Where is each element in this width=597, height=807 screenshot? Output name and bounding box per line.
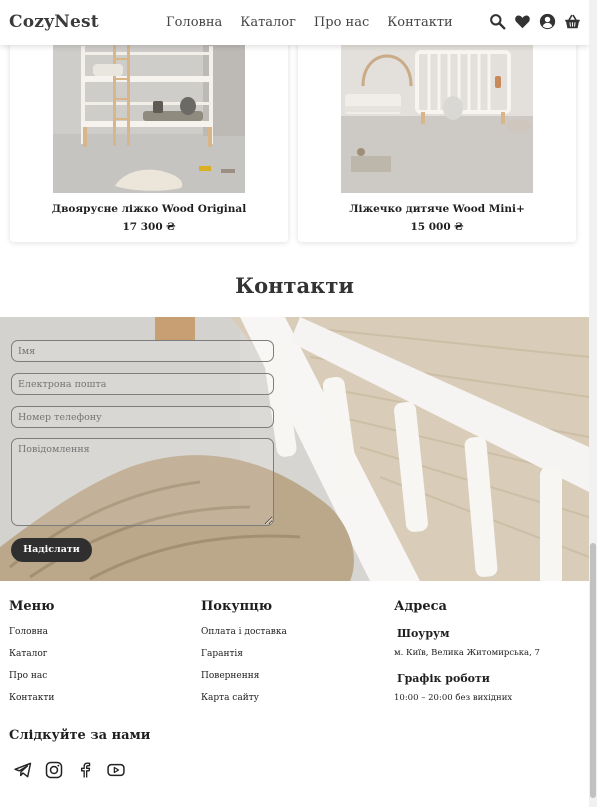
phone-input[interactable] [11, 406, 274, 428]
user-icon[interactable] [539, 13, 556, 30]
working-hours: 10:00 – 20:00 без вихідних [394, 693, 513, 703]
nav-item-contacts[interactable]: Контакти [387, 15, 452, 30]
hours-label: Графік роботи [397, 672, 490, 685]
header-icons [489, 13, 581, 30]
footer-link-about[interactable]: Про нас [9, 671, 55, 681]
product-card[interactable]: Ліжечко дитяче Wood Mini+ 15 000 ₴ [298, 16, 576, 242]
nav-item-catalog[interactable]: Каталог [240, 15, 296, 30]
follow-us-title: Слідкуйте за нами [9, 728, 151, 743]
footer-menu-title: Меню [9, 599, 55, 614]
message-textarea[interactable] [11, 438, 274, 526]
footer-link-contacts[interactable]: Контакти [9, 693, 55, 703]
facebook-icon[interactable] [75, 760, 95, 780]
youtube-icon[interactable] [106, 760, 126, 780]
contacts-heading: Контакти [235, 273, 354, 298]
footer-link-warranty[interactable]: Гарантія [201, 649, 287, 659]
social-links [13, 760, 126, 780]
page: CozyNest Головна Каталог Про нас Контакт… [0, 0, 589, 807]
logo[interactable]: CozyNest [9, 12, 99, 32]
footer-link-home[interactable]: Головна [9, 627, 55, 637]
submit-button[interactable]: Надіслати [11, 538, 92, 562]
search-icon[interactable] [489, 13, 506, 30]
product-card[interactable]: Двоярусне ліжко Wood Original 17 300 ₴ [10, 16, 288, 242]
footer-buyers-title: Покупцю [201, 599, 273, 614]
scrollbar-thumb[interactable] [590, 543, 596, 798]
footer-link-returns[interactable]: Повернення [201, 671, 287, 681]
heart-icon[interactable] [514, 13, 531, 30]
contact-section: Надіслати [0, 317, 589, 581]
footer-link-payment-delivery[interactable]: Оплата і доставка [201, 627, 287, 637]
showroom-address: м. Київ, Велика Житомирська, 7 [394, 648, 540, 658]
name-input[interactable] [11, 340, 274, 362]
instagram-icon[interactable] [44, 760, 64, 780]
product-price: 17 300 ₴ [122, 221, 176, 233]
product-name[interactable]: Двоярусне ліжко Wood Original [10, 203, 288, 215]
footer-menu-column: Меню Головна Каталог Про нас Контакти [9, 599, 55, 715]
nav-item-about[interactable]: Про нас [314, 15, 369, 30]
site-footer: Меню Головна Каталог Про нас Контакти По… [0, 581, 589, 807]
telegram-icon[interactable] [13, 760, 33, 780]
scrollbar[interactable] [589, 0, 597, 807]
email-input[interactable] [11, 373, 274, 395]
footer-address-column: Адреса Шоурум м. Київ, Велика Житомирськ… [394, 599, 540, 717]
product-name[interactable]: Ліжечко дитяче Wood Mini+ [298, 203, 576, 215]
showroom-label: Шоурум [397, 627, 450, 640]
footer-link-catalog[interactable]: Каталог [9, 649, 55, 659]
footer-link-sitemap[interactable]: Карта сайту [201, 693, 287, 703]
main-nav: Головна Каталог Про нас Контакти [166, 15, 453, 30]
footer-address-title: Адреса [394, 599, 447, 614]
footer-buyers-column: Покупцю Оплата і доставка Гарантія Повер… [201, 599, 287, 715]
product-price: 15 000 ₴ [410, 221, 464, 233]
site-header: CozyNest Головна Каталог Про нас Контакт… [0, 0, 589, 45]
basket-icon[interactable] [564, 13, 581, 30]
nav-item-home[interactable]: Головна [166, 15, 222, 30]
